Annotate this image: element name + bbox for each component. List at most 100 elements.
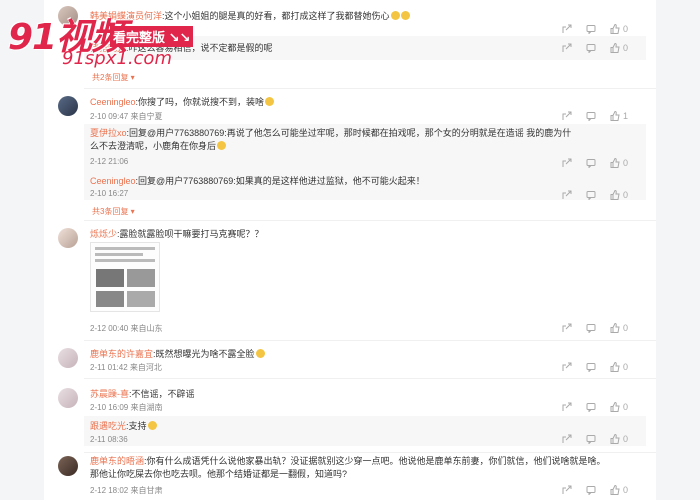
comment-author[interactable]: 鹿单东的许嘉宜 [90,349,153,359]
like-icon [610,362,620,372]
like-button[interactable]: 0 [610,485,628,495]
divider [84,88,656,89]
comment-button[interactable] [586,362,596,372]
share-button[interactable] [562,24,572,34]
like-count: 0 [622,362,628,372]
comment-image[interactable] [90,242,160,312]
comment-body: 烁烁少:露脸就露脸呗干嘛要打马克赛呢？？ [90,228,264,240]
comment-meta: 2-11 01:42 来自河北 [90,363,162,372]
like-count: 0 [622,402,628,412]
comment-author[interactable]: 鹿单东的晤涵 [90,456,144,466]
like-icon [610,402,620,412]
emoji-icon [390,11,400,20]
comment-button[interactable] [586,190,596,200]
comment-meta: 2-10 16:09 来自湖南 [90,403,163,412]
emoji-icon [147,421,157,430]
share-button[interactable] [562,402,572,412]
reply-body: Ceeningleo:回复@用户7763880769:如果真的是这样他进过监狱，… [90,175,425,187]
comment-icon [586,191,596,200]
watermark-badge: 看完整版 ↘↘ [110,26,194,47]
share-button[interactable] [562,434,572,444]
comment-author[interactable]: 苏晨躁-喜 [90,389,129,399]
comment-body: Ceeningleo:你搜了吗，你就说搜不到，装啥 [90,96,275,108]
like-count: 0 [622,323,628,333]
emoji-icon [217,141,227,150]
comment-button[interactable] [586,24,596,34]
comment-icon [586,44,596,53]
comment-icon [586,403,596,412]
comment-icon [586,112,596,121]
share-button[interactable] [562,158,572,168]
expand-replies-link[interactable]: 共3条回复 ▾ [92,206,135,218]
emoji-icon [255,349,265,358]
comment-panel: 韩美娟蝶演员何洋:这个小姐姐的腿是真的好看，都打成这样了我都替她伤心 0 猪猪吃… [44,0,656,500]
comment-actions: 0 [562,362,628,372]
like-icon [610,323,620,333]
share-button[interactable] [562,485,572,495]
like-button[interactable]: 0 [610,362,628,372]
share-button[interactable] [562,111,572,121]
like-button[interactable]: 0 [610,434,628,444]
like-button[interactable]: 0 [610,158,628,168]
reply-actions: 0 [562,434,628,444]
comment-button[interactable] [586,111,596,121]
comment-actions: 0 [562,402,628,412]
share-button[interactable] [562,323,572,333]
comment-author[interactable]: Ceeningleo [90,97,136,107]
divider [84,340,656,341]
share-button[interactable] [562,190,572,200]
left-gutter [0,0,44,500]
avatar[interactable] [58,96,78,116]
watermark-url: 91spx1.com [62,48,172,69]
reply-text: :回复@用户7763880769:再说了他怎么可能坐过牢呢，那时候都在拍戏呢，那… [90,128,572,151]
comment-meta: 2-12 18:02 来自甘肃 [90,486,163,495]
share-icon [562,402,572,411]
avatar[interactable] [58,456,78,476]
like-icon [610,485,620,495]
comment-button[interactable] [586,485,596,495]
expand-replies-link[interactable]: 共2条回复 ▾ [92,72,135,84]
comment-icon [586,435,596,444]
reply-body: 夏伊拉xo:回复@用户7763880769:再说了他怎么可能坐过牢呢，那时候都在… [90,127,580,153]
share-icon [562,43,572,52]
reply-meta: 2-12 21:06 [90,157,129,166]
share-button[interactable] [562,362,572,372]
comment-icon [586,486,596,495]
comment-actions: 1 [562,111,628,121]
comment-meta: 2-10 09:47 来自宁夏 [90,112,163,121]
like-icon [610,43,620,53]
share-button[interactable] [562,43,572,53]
like-icon [610,434,620,444]
comment-button[interactable] [586,323,596,333]
reply-meta: 2-10 16:27 [90,189,129,198]
comment-button[interactable] [586,43,596,53]
comment-button[interactable] [586,402,596,412]
like-button[interactable]: 0 [610,323,628,333]
comment-text: :你有什么成语凭什么说他家暴出轨？没证据就别这少穿一点吧。他说他是鹿单东前妻，你… [90,456,606,479]
like-count: 0 [622,43,628,53]
avatar[interactable] [58,388,78,408]
like-icon [610,111,620,121]
like-button[interactable]: 0 [610,402,628,412]
reply-author[interactable]: Ceeningleo [90,176,136,186]
comment-button[interactable] [586,434,596,444]
like-button[interactable]: 0 [610,190,628,200]
reply-text: :支持 [126,421,147,431]
share-icon [562,24,572,33]
comment-text: :你搜了吗，你就说搜不到，装啥 [135,97,265,107]
like-button[interactable]: 0 [610,43,628,53]
reply-actions: 0 [562,158,628,168]
comment-author[interactable]: 烁烁少 [90,229,117,239]
reply-author[interactable]: 跟遇吃光 [90,421,126,431]
avatar[interactable] [58,348,78,368]
like-button[interactable]: 0 [610,24,628,34]
comment-actions: 0 [562,485,628,495]
reply-author[interactable]: 夏伊拉xo [90,128,127,138]
comment-icon [586,324,596,333]
like-button[interactable]: 1 [610,111,628,121]
reply-meta: 2-11 08:36 [90,435,128,444]
comment-body: 苏晨躁-喜:不信谣，不辟谣 [90,388,195,400]
comment-button[interactable] [586,158,596,168]
avatar[interactable] [58,228,78,248]
comment-icon [586,159,596,168]
